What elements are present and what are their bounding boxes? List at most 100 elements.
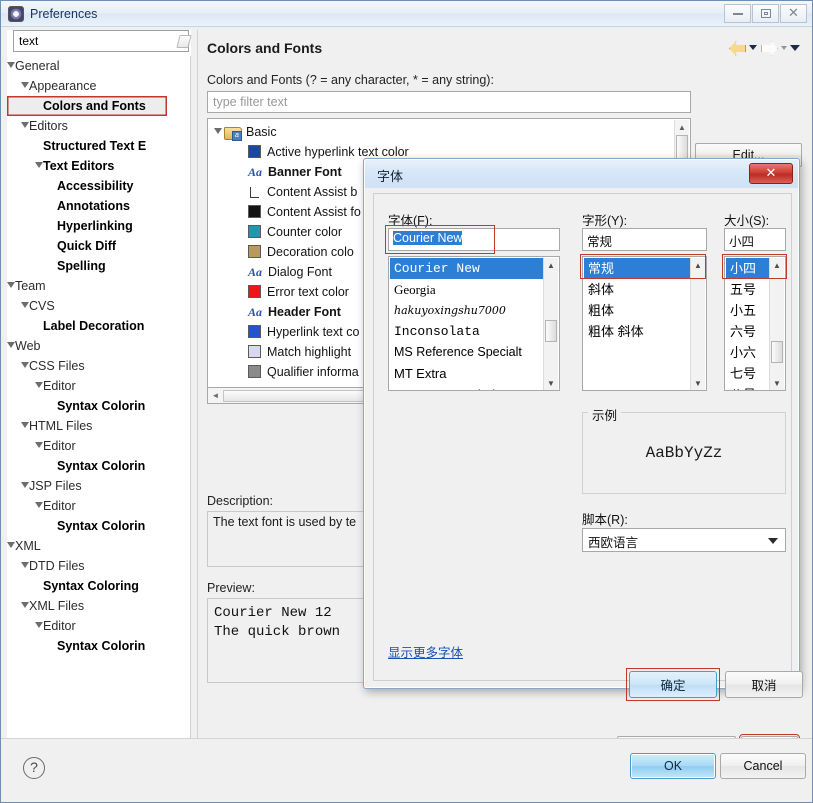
size-list-vscrollbar[interactable]: ▲ ▼ xyxy=(769,258,784,390)
sidebar-item-editor[interactable]: Editor xyxy=(7,436,190,456)
font-family-item[interactable]: MT Extra xyxy=(390,363,543,384)
sidebar-item-web[interactable]: Web xyxy=(7,336,190,356)
font-list-vscrollbar[interactable]: ▲ ▼ xyxy=(543,258,558,390)
font-family-item[interactable]: Segoe UI Symbol xyxy=(390,384,543,390)
scroll-down-icon[interactable]: ▼ xyxy=(770,376,784,390)
font-size-item[interactable]: 小六 xyxy=(726,342,769,363)
minimize-button[interactable] xyxy=(724,4,751,23)
back-history-chevron-down-icon[interactable] xyxy=(749,45,757,50)
sidebar-item-annotations[interactable]: Annotations xyxy=(7,196,190,216)
sidebar-item-xml[interactable]: XML xyxy=(7,536,190,556)
style-list-vscrollbar[interactable]: ▲ ▼ xyxy=(690,258,705,390)
sidebar-item-label: CVS xyxy=(29,299,55,313)
sidebar-item-syntax-colorin[interactable]: Syntax Colorin xyxy=(7,456,190,476)
vscroll-thumb[interactable] xyxy=(545,320,557,342)
font-family-input[interactable]: Courier New xyxy=(388,228,560,251)
sidebar-item-syntax-colorin[interactable]: Syntax Colorin xyxy=(7,636,190,656)
sidebar-item-syntax-colorin[interactable]: Syntax Colorin xyxy=(7,516,190,536)
font-size-item[interactable]: 六号 xyxy=(726,321,769,342)
back-arrow-icon[interactable] xyxy=(728,40,746,55)
view-menu-chevron-down-icon[interactable] xyxy=(790,44,800,51)
forward-history-chevron-down-icon[interactable] xyxy=(781,45,787,50)
vscroll-thumb[interactable] xyxy=(771,341,783,363)
script-select[interactable]: 西欧语言 xyxy=(582,528,786,552)
sidebar-item-editor[interactable]: Editor xyxy=(7,496,190,516)
font-dialog-ok-button[interactable]: 确定 xyxy=(629,671,717,698)
sidebar-item-label: Quick Diff xyxy=(57,239,117,253)
color-swatch-icon xyxy=(248,245,261,258)
font-size-item[interactable]: 七号 xyxy=(726,363,769,384)
font-family-item[interactable]: Courier New xyxy=(390,258,543,279)
sidebar-item-quick-diff[interactable]: Quick Diff xyxy=(7,236,190,256)
font-style-input[interactable]: 常规 xyxy=(582,228,707,251)
sidebar-item-label: Appearance xyxy=(29,79,97,93)
cf-scroll-left-icon[interactable]: ◄ xyxy=(208,391,223,400)
scroll-up-icon[interactable]: ▲ xyxy=(544,258,558,273)
colors-fonts-row[interactable]: Basic xyxy=(212,122,409,142)
sidebar-item-label: Text Editors xyxy=(43,159,115,173)
sidebar-item-dtd-files[interactable]: DTD Files xyxy=(7,556,190,576)
sidebar-item-label: Label Decoration xyxy=(43,319,145,333)
sidebar-item-accessibility[interactable]: Accessibility xyxy=(7,176,190,196)
preferences-filter-input[interactable] xyxy=(14,32,176,50)
font-family-item[interactable]: hakuyoxingshu7000 xyxy=(390,300,543,321)
show-more-fonts-link[interactable]: 显示更多字体 xyxy=(388,642,463,661)
font-family-item[interactable]: Georgia xyxy=(390,279,543,300)
sidebar-item-spelling[interactable]: Spelling xyxy=(7,256,190,276)
sidebar-item-editors[interactable]: Editors xyxy=(7,116,190,136)
sidebar-item-label-decoration[interactable]: Label Decoration xyxy=(7,316,190,336)
sidebar-item-xml-files[interactable]: XML Files xyxy=(7,596,190,616)
font-size-item[interactable]: 小四 xyxy=(726,258,769,279)
font-size-input-value: 小四 xyxy=(729,235,755,249)
font-size-input[interactable]: 小四 xyxy=(724,228,786,251)
ok-button[interactable]: OK xyxy=(630,753,716,779)
scroll-up-icon[interactable]: ▲ xyxy=(770,258,784,273)
eraser-icon[interactable] xyxy=(176,34,191,48)
sidebar-item-general[interactable]: General xyxy=(7,56,190,76)
cancel-button[interactable]: Cancel xyxy=(720,753,806,779)
font-style-item[interactable]: 斜体 xyxy=(584,279,690,300)
scroll-down-icon[interactable]: ▼ xyxy=(544,376,558,390)
scroll-up-icon[interactable]: ▲ xyxy=(691,258,705,273)
forward-arrow-icon[interactable] xyxy=(760,40,778,55)
sidebar-item-team[interactable]: Team xyxy=(7,276,190,296)
colors-fonts-row-label: Content Assist fo xyxy=(267,205,361,219)
font-size-item[interactable]: 八号 xyxy=(726,384,769,390)
close-button[interactable]: ✕ xyxy=(780,4,807,23)
font-family-list[interactable]: Courier New Georgia hakuyoxingshu7000 Incon… xyxy=(388,256,560,391)
sidebar-item-syntax-coloring[interactable]: Syntax Coloring xyxy=(7,576,190,596)
expander-icon[interactable] xyxy=(214,128,222,134)
font-family-item[interactable]: MS Reference Specialt xyxy=(390,342,543,363)
colors-fonts-row-label: Banner Font xyxy=(268,165,342,179)
sidebar-item-hyperlinking[interactable]: Hyperlinking xyxy=(7,216,190,236)
sidebar-item-editor[interactable]: Editor xyxy=(7,616,190,636)
font-icon: Aa xyxy=(248,265,263,279)
font-size-list[interactable]: 小四五号小五六号小六七号八号 ▲ ▼ xyxy=(724,256,786,391)
scroll-up-icon[interactable]: ▲ xyxy=(675,120,689,135)
font-dialog-cancel-button[interactable]: 取消 xyxy=(725,671,803,698)
sidebar-item-jsp-files[interactable]: JSP Files xyxy=(7,476,190,496)
help-icon[interactable]: ? xyxy=(23,757,45,779)
maximize-button[interactable] xyxy=(752,4,779,23)
font-style-item[interactable]: 粗体 xyxy=(584,300,690,321)
sidebar-item-text-editors[interactable]: Text Editors xyxy=(7,156,190,176)
preferences-filter-box[interactable] xyxy=(13,30,189,52)
font-dialog-close-button[interactable]: ✕ xyxy=(749,163,793,184)
font-style-item[interactable]: 常规 xyxy=(584,258,690,279)
sidebar-item-html-files[interactable]: HTML Files xyxy=(7,416,190,436)
scroll-down-icon[interactable]: ▼ xyxy=(691,376,705,390)
sidebar-item-syntax-colorin[interactable]: Syntax Colorin xyxy=(7,396,190,416)
sidebar-item-structured-text-e[interactable]: Structured Text E xyxy=(7,136,190,156)
sidebar-item-colors-and-fonts[interactable]: Colors and Fonts xyxy=(7,96,167,116)
sidebar-item-css-files[interactable]: CSS Files xyxy=(7,356,190,376)
font-style-list[interactable]: 常规 斜体 粗体 粗体 斜体 ▲ ▼ xyxy=(582,256,707,391)
sidebar-item-appearance[interactable]: Appearance xyxy=(7,76,190,96)
sidebar-item-cvs[interactable]: CVS xyxy=(7,296,190,316)
font-size-item[interactable]: 五号 xyxy=(726,279,769,300)
font-style-item[interactable]: 粗体 斜体 xyxy=(584,321,690,342)
colors-fonts-filter-input[interactable]: type filter text xyxy=(207,91,691,113)
font-family-item[interactable]: Inconsolata xyxy=(390,321,543,342)
font-size-item[interactable]: 小五 xyxy=(726,300,769,321)
sidebar-item-editor[interactable]: Editor xyxy=(7,376,190,396)
preferences-tree[interactable]: General Appearance Colors and Fonts Editors… xyxy=(7,56,191,741)
